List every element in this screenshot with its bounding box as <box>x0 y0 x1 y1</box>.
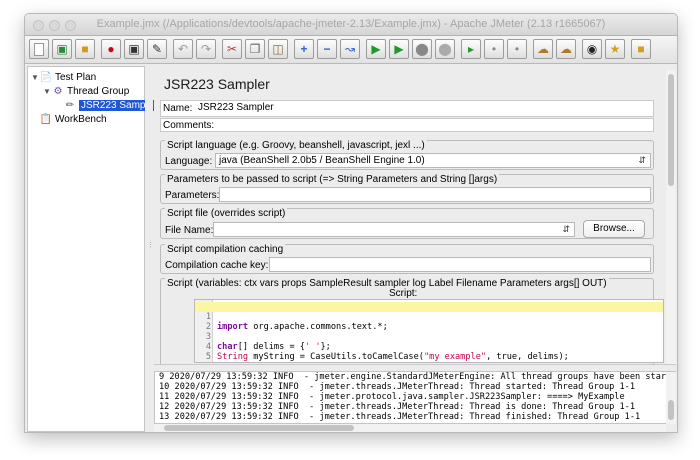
script-file-group: Script file (overrides script) File Name… <box>160 208 654 239</box>
test-plan-tree: ▼ 📄 Test Plan ▼ ⚙ Thread Group ✏ JSR223 … <box>27 66 159 432</box>
redo-icon[interactable]: ↷ <box>196 39 216 59</box>
clear-all-icon[interactable]: ☁ <box>556 39 576 59</box>
select-arrows-icon: ⇵ <box>562 224 570 234</box>
language-select[interactable]: java (BeanShell 2.0b5 / BeanShell Engine… <box>215 153 651 168</box>
close-icon[interactable]: ● <box>101 39 121 59</box>
log-line: 13 2020/07/29 13:59:32 INFO - jmeter.thr… <box>159 412 641 422</box>
save-screenshot-icon[interactable]: ✎ <box>147 39 167 59</box>
stop-icon[interactable]: ⬤ <box>412 39 432 59</box>
name-field[interactable]: JSR223 Sampler <box>195 101 653 116</box>
tree-item-label: Test Plan <box>55 71 97 83</box>
clear-icon[interactable]: ☁ <box>533 39 553 59</box>
cut-icon[interactable]: ✂ <box>222 39 242 59</box>
pipette-icon: ✏ <box>65 99 75 111</box>
script-group-title: Script (variables: ctx vars props Sample… <box>165 278 609 289</box>
copy-icon[interactable]: ❐ <box>245 39 265 59</box>
scrollbar-thumb[interactable] <box>164 425 354 431</box>
comments-row[interactable]: Comments: <box>160 118 654 132</box>
cache-group: Script compilation caching Compilation c… <box>160 244 654 274</box>
log-splitter[interactable] <box>154 364 676 371</box>
splitter-grip-icon: ⋮ <box>147 242 154 249</box>
workbench-icon: 📋 <box>39 113 53 125</box>
jmeter-window: Example.jmx (/Applications/devtools/apac… <box>24 13 678 433</box>
code-line: 3 char[] delims = {' '}; <box>195 322 663 352</box>
script-label: Script: <box>389 288 418 299</box>
parameters-field[interactable] <box>219 187 651 202</box>
name-row: Name: JSR223 Sampler <box>160 100 654 117</box>
tree-item-test-plan[interactable]: ▼ 📄 Test Plan <box>30 70 96 84</box>
search-icon[interactable]: ◉ <box>582 39 602 59</box>
tree-splitter[interactable]: ⋮ <box>145 66 154 432</box>
code-line: 1 import org.apache.commons.text.*; <box>195 302 663 332</box>
script-editor[interactable]: 1 import org.apache.commons.text.*; 2 3 … <box>194 299 664 363</box>
log-line: 9 2020/07/29 13:59:32 INFO - jmeter.engi… <box>159 372 676 382</box>
page-title: JSR223 Sampler <box>164 76 270 92</box>
expand-icon[interactable]: + <box>294 39 314 59</box>
code-line: 6 log.info("====> " + myString); <box>195 352 663 362</box>
title-bar: Example.jmx (/Applications/devtools/apac… <box>25 14 677 36</box>
cache-key-field[interactable] <box>269 257 651 272</box>
log-line: 12 2020/07/29 13:59:32 INFO - jmeter.thr… <box>159 402 635 412</box>
cache-group-title: Script compilation caching <box>165 244 286 255</box>
paste-icon[interactable]: ◫ <box>268 39 288 59</box>
shutdown-icon[interactable]: ⬤ <box>435 39 455 59</box>
log-vertical-scrollbar[interactable] <box>666 372 676 424</box>
log-line: 11 2020/07/29 13:59:32 INFO - jmeter.pro… <box>159 392 625 402</box>
help-icon[interactable]: ■ <box>631 39 651 59</box>
window-title: Example.jmx (/Applications/devtools/apac… <box>96 18 606 30</box>
new-icon[interactable] <box>29 39 49 59</box>
expand-arrow-icon[interactable]: ▼ <box>42 87 52 96</box>
code-line: 2 <box>195 312 663 332</box>
start-no-timers-icon[interactable]: ▶ <box>389 39 409 59</box>
code-line: 5 <box>195 342 663 362</box>
undo-icon[interactable]: ↶ <box>173 39 193 59</box>
file-name-label: File Name: <box>165 225 214 236</box>
line-number: 6 <box>195 362 211 363</box>
log-panel: 9 2020/07/29 13:59:32 INFO - jmeter.engi… <box>154 371 676 424</box>
collapse-icon[interactable]: − <box>317 39 337 59</box>
thread-group-icon: ⚙ <box>53 85 63 97</box>
tree-item-label: Thread Group <box>67 85 130 97</box>
templates-icon[interactable]: ▣ <box>52 39 72 59</box>
parameters-group-title: Parameters to be passed to script (=> St… <box>165 174 500 185</box>
remote-start-icon[interactable]: ▸ <box>461 39 481 59</box>
test-plan-icon: 📄 <box>39 71 53 83</box>
log-line: 10 2020/07/29 13:59:32 INFO - jmeter.thr… <box>159 382 635 392</box>
browse-button[interactable]: Browse... <box>583 220 645 238</box>
remote-stop-icon[interactable]: • <box>484 39 504 59</box>
panel-scrollbar[interactable] <box>666 70 676 364</box>
log-horizontal-scrollbar[interactable] <box>154 424 666 432</box>
script-file-group-title: Script file (overrides script) <box>165 208 288 219</box>
cache-key-label: Compilation cache key: <box>165 260 269 271</box>
parameters-label: Parameters: <box>165 190 220 201</box>
tree-item-label: WorkBench <box>55 113 107 125</box>
language-value: java (BeanShell 2.0b5 / BeanShell Engine… <box>219 155 425 166</box>
select-arrows-icon: ⇵ <box>638 155 646 165</box>
language-label: Language: <box>165 156 213 167</box>
language-group: Script language (e.g. Groovy, beanshell,… <box>160 140 654 170</box>
start-icon[interactable]: ▶ <box>366 39 386 59</box>
code-line: 4 String myString = CaseUtils.toCamelCas… <box>195 332 663 362</box>
scrollbar-thumb[interactable] <box>668 400 674 420</box>
reset-search-icon[interactable]: ★ <box>605 39 625 59</box>
comments-label: Comments: <box>163 120 215 131</box>
language-group-title: Script language (e.g. Groovy, beanshell,… <box>165 140 427 151</box>
open-icon[interactable]: ■ <box>75 39 95 59</box>
tree-item-thread-group[interactable]: ▼ ⚙ Thread Group <box>42 84 129 98</box>
remote-shutdown-icon[interactable]: • <box>507 39 527 59</box>
parameters-group: Parameters to be passed to script (=> St… <box>160 174 654 204</box>
file-name-select[interactable]: ⇵ <box>213 222 575 237</box>
toolbar: ▣ ■ ● ▣ ✎ ↶ ↷ ✂ ❐ ◫ + − ↝ ▶ ▶ ⬤ ⬤ ▸ • • … <box>25 36 677 64</box>
toggle-icon[interactable]: ↝ <box>340 39 360 59</box>
name-label: Name: <box>163 103 193 114</box>
scrollbar-thumb[interactable] <box>668 74 674 186</box>
tree-item-workbench[interactable]: 📋 WorkBench <box>40 112 107 126</box>
expand-arrow-icon[interactable]: ▼ <box>30 73 40 82</box>
save-icon[interactable]: ▣ <box>124 39 144 59</box>
